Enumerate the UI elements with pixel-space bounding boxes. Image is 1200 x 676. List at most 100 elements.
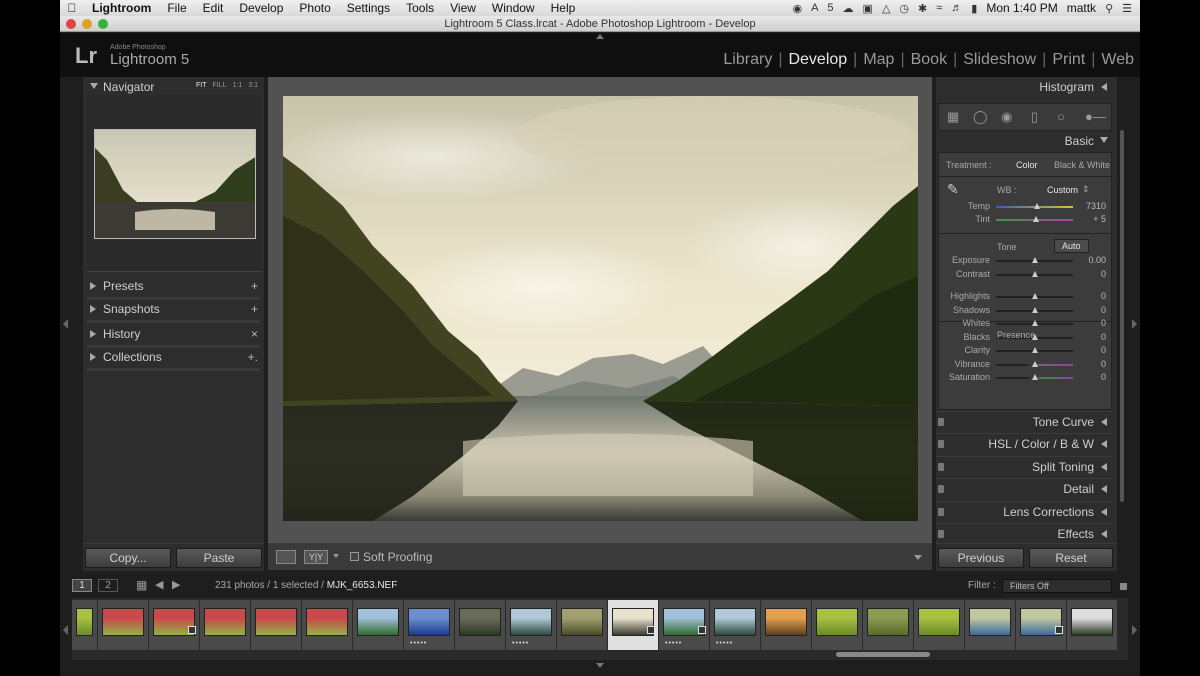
filter-dropdown[interactable]: Filters Off: [1002, 579, 1112, 593]
detail-header[interactable]: Detail: [936, 478, 1112, 498]
cloud-icon[interactable]: ☁: [843, 2, 854, 15]
shadows-value[interactable]: 0: [1071, 305, 1106, 315]
notification-icon[interactable]: ☰: [1122, 2, 1132, 15]
shadows-slider-handle[interactable]: [1031, 306, 1038, 313]
reset-button[interactable]: Reset: [1029, 548, 1113, 568]
radial-filter-icon[interactable]: ○: [1057, 110, 1065, 124]
temp-slider-handle[interactable]: [1033, 203, 1040, 209]
wb-dropdown-icon[interactable]: ⇕: [1082, 184, 1090, 195]
clear-history-icon[interactable]: ×: [251, 327, 258, 341]
grid-icon[interactable]: ▦: [136, 578, 147, 592]
menu-app-name[interactable]: Lightroom: [84, 1, 159, 15]
filmstrip-thumbnail[interactable]: •••••: [404, 600, 454, 650]
zoom-fit[interactable]: FIT: [196, 82, 207, 89]
lens-corrections-header[interactable]: Lens Corrections: [936, 501, 1112, 521]
highlights-slider-handle[interactable]: [1031, 293, 1038, 299]
filmstrip-thumbnail[interactable]: [761, 600, 811, 650]
filmstrip-thumbnail[interactable]: [72, 600, 97, 650]
add-preset-icon[interactable]: +: [251, 279, 258, 293]
filmstrip-thumbnail[interactable]: [302, 600, 352, 650]
spotlight-icon[interactable]: ⚲: [1105, 2, 1113, 15]
clock[interactable]: Mon 1:40 PM: [986, 1, 1057, 15]
navigator-preview[interactable]: [94, 129, 256, 239]
expand-triangle-icon[interactable]: [90, 353, 96, 361]
vibrance-value[interactable]: 0: [1071, 359, 1106, 369]
page-2-button[interactable]: 2: [98, 579, 118, 592]
star-rating[interactable]: •••••: [410, 640, 427, 647]
expand-triangle-icon[interactable]: [1101, 463, 1107, 471]
saturation-slider-handle[interactable]: [1031, 374, 1038, 380]
zoom-icon[interactable]: [98, 19, 108, 29]
forward-arrow-icon[interactable]: ▶: [172, 578, 180, 591]
hsl-color-b-w-header[interactable]: HSL / Color / B & W: [936, 433, 1112, 453]
crop-overlay-icon[interactable]: ▦: [947, 110, 959, 124]
paste-button[interactable]: Paste: [176, 548, 262, 568]
filmstrip-thumbnail[interactable]: [149, 600, 199, 650]
sync-icon[interactable]: ◉: [792, 2, 802, 15]
histogram-header[interactable]: Histogram: [936, 77, 1112, 97]
treatment-black-white[interactable]: Black & White: [1054, 160, 1110, 170]
menu-develop[interactable]: Develop: [231, 1, 291, 15]
expand-triangle-icon[interactable]: [1101, 508, 1107, 516]
time-machine-icon[interactable]: ◷: [899, 2, 909, 15]
filmstrip-thumbnail[interactable]: [251, 600, 301, 650]
filmstrip-thumbnail[interactable]: [1067, 600, 1117, 650]
menu-window[interactable]: Window: [484, 1, 543, 15]
saturation-value[interactable]: 0: [1071, 372, 1106, 382]
contrast-slider-handle[interactable]: [1031, 270, 1038, 277]
temp-slider[interactable]: [996, 203, 1073, 209]
battery-icon[interactable]: ▮: [971, 2, 977, 15]
collections-header[interactable]: Collections +.: [83, 347, 264, 367]
filmstrip[interactable]: ••••• ••••• ••••• •••••: [72, 598, 1128, 660]
highlights-value[interactable]: 0: [1071, 291, 1106, 301]
navigator-header[interactable]: Navigator FIT FILL 1:1 3:1: [83, 77, 264, 97]
menu-photo[interactable]: Photo: [291, 1, 338, 15]
panel-switch-icon[interactable]: [938, 530, 944, 538]
panel-switch-icon[interactable]: [938, 440, 944, 448]
filter-lock-icon[interactable]: [1120, 583, 1127, 590]
menu-help[interactable]: Help: [543, 1, 584, 15]
module-library[interactable]: Library: [717, 51, 778, 69]
zoom-1-1[interactable]: 1:1: [233, 82, 243, 89]
snapshots-header[interactable]: Snapshots +: [83, 299, 264, 319]
spot-removal-icon[interactable]: ◯: [973, 110, 988, 124]
user-name[interactable]: mattk: [1067, 1, 1096, 15]
temp-value[interactable]: 7310: [1071, 201, 1106, 211]
filmstrip-scroll-left-icon[interactable]: [63, 625, 68, 635]
star-rating[interactable]: •••••: [665, 640, 682, 647]
airplay-icon[interactable]: △: [882, 2, 890, 15]
page-1-button[interactable]: 1: [72, 579, 92, 592]
loupe-view[interactable]: [268, 77, 932, 542]
menu-settings[interactable]: Settings: [339, 1, 398, 15]
display-icon[interactable]: ▣: [863, 2, 873, 15]
loupe-view-icon[interactable]: [276, 550, 296, 564]
volume-icon[interactable]: ♬: [951, 2, 962, 14]
filmstrip-thumbnail[interactable]: [200, 600, 250, 650]
expand-triangle-icon[interactable]: [1101, 440, 1107, 448]
panel-switch-icon[interactable]: [938, 508, 944, 516]
expand-triangle-icon[interactable]: [90, 330, 96, 338]
module-slideshow[interactable]: Slideshow: [957, 51, 1042, 69]
module-map[interactable]: Map: [857, 51, 900, 69]
zoom-3-1[interactable]: 3:1: [248, 82, 258, 89]
previous-button[interactable]: Previous: [938, 548, 1024, 568]
vibrance-slider[interactable]: [996, 360, 1073, 367]
filmstrip-thumbnail[interactable]: [353, 600, 403, 650]
split-toning-header[interactable]: Split Toning: [936, 456, 1112, 476]
add-snapshot-icon[interactable]: +: [251, 302, 258, 316]
close-icon[interactable]: [66, 19, 76, 29]
red-eye-icon[interactable]: ◉: [1001, 110, 1012, 124]
filmstrip-thumbnail[interactable]: [812, 600, 862, 650]
filmstrip-thumbnail[interactable]: [863, 600, 913, 650]
copy-button[interactable]: Copy...: [85, 548, 171, 568]
filmstrip-thumbnail[interactable]: [914, 600, 964, 650]
basic-header[interactable]: Basic: [936, 131, 1112, 151]
menu-tools[interactable]: Tools: [398, 1, 442, 15]
filmstrip-thumbnail[interactable]: [455, 600, 505, 650]
tint-slider-handle[interactable]: [1033, 216, 1040, 222]
module-develop[interactable]: Develop: [782, 51, 853, 69]
highlights-slider[interactable]: [996, 293, 1073, 299]
bluetooth-icon[interactable]: ✱: [918, 2, 927, 15]
filmstrip-thumbnail[interactable]: •••••: [710, 600, 760, 650]
star-rating[interactable]: •••••: [716, 640, 733, 647]
